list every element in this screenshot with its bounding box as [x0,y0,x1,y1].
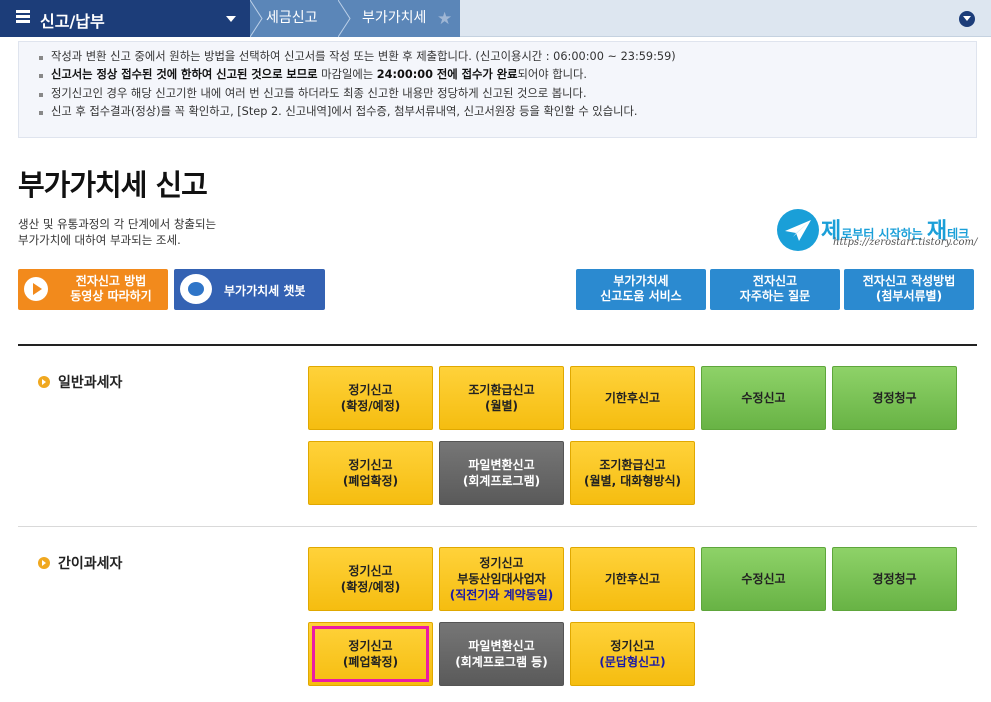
chevron-down-icon [226,16,236,22]
paper-plane-icon [777,209,819,251]
general-regular-filing[interactable]: 정기신고 (확정/예정) [308,366,433,430]
play-icon [24,277,48,301]
notice-item: 신고 후 접수결과(정상)를 꼭 확인하고, [Step 2. 신고내역]에서 … [37,103,976,121]
expand-icon[interactable] [959,11,975,27]
main-menu-dropdown[interactable]: 신고/납부 [0,0,250,37]
simple-regular-filing[interactable]: 정기신고 (확정/예정) [308,547,433,611]
bullet-icon [38,557,50,569]
general-late-filing[interactable]: 기한후신고 [570,366,695,430]
section-label-simple: 간이과세자 [38,553,122,573]
notice-item: 작성과 변환 신고 중에서 원하는 방법을 선택하여 신고서를 작성 또는 변환… [37,48,976,66]
section-label-general: 일반과세자 [38,372,122,392]
breadcrumb-item-tax-report[interactable]: 세금신고 [266,0,318,37]
simple-rental-filing[interactable]: 정기신고 부동산임대사업자 (직전기와 계약동일) [439,547,564,611]
chatbot-icon [180,274,212,304]
general-correction-claim[interactable]: 경정청구 [832,366,957,430]
section-divider [18,526,977,527]
chevron-right-icon [249,0,264,38]
general-closure-filing[interactable]: 정기신고 (폐업확정) [308,441,433,505]
general-early-refund[interactable]: 조기환급신고 (월별) [439,366,564,430]
star-icon[interactable]: ★ [437,9,452,29]
bullet-icon [38,376,50,388]
hamburger-icon [16,10,30,24]
filing-guide-button[interactable]: 전자신고 작성방법 (첨부서류별) [844,269,974,310]
menu-title: 신고/납부 [40,12,105,31]
breadcrumb-item-vat[interactable]: 부가가치세 [362,0,426,37]
simple-correction-claim[interactable]: 경정청구 [832,547,957,611]
page-description: 생산 및 유통과정의 각 단계에서 창출되는 부가가치에 대하여 부과되는 조세… [18,217,217,247]
simple-late-filing[interactable]: 기한후신고 [570,547,695,611]
notice-box: 작성과 변환 신고 중에서 원하는 방법을 선택하여 신고서를 작성 또는 변환… [18,41,977,138]
general-early-refund-interactive[interactable]: 조기환급신고 (월별, 대화형방식) [570,441,695,505]
general-amended-filing[interactable]: 수정신고 [701,366,826,430]
faq-button[interactable]: 전자신고 자주하는 질문 [710,269,840,310]
simple-amended-filing[interactable]: 수정신고 [701,547,826,611]
notice-item: 정기신고인 경우 해당 신고기한 내에 여러 번 신고를 하더라도 최종 신고한… [37,85,976,103]
chevron-right-icon [337,0,352,38]
notice-item: 신고서는 정상 접수된 것에 한하여 신고된 것으로 보므로 마감일에는 24:… [37,66,976,84]
blog-watermark-logo: 제로부터 시작하는 재테크 https://zerostart.tistory.… [777,207,977,255]
simple-file-conversion[interactable]: 파일변환신고 (회계프로그램 등) [439,622,564,686]
general-file-conversion[interactable]: 파일변환신고 (회계프로그램) [439,441,564,505]
section-divider [18,344,977,346]
simple-closure-filing[interactable]: 정기신고 (폐업확정) [308,622,433,686]
video-guide-button[interactable]: 전자신고 방법 동영상 따라하기 [18,269,168,310]
page-title: 부가가치세 신고 [18,168,208,202]
top-navigation: 신고/납부 세금신고 부가가치세 ★ [0,0,991,38]
filing-help-service-button[interactable]: 부가가치세 신고도움 서비스 [576,269,706,310]
simple-qa-filing[interactable]: 정기신고 (문답형신고) [570,622,695,686]
vat-chatbot-button[interactable]: 부가가치세 챗봇 [174,269,325,310]
